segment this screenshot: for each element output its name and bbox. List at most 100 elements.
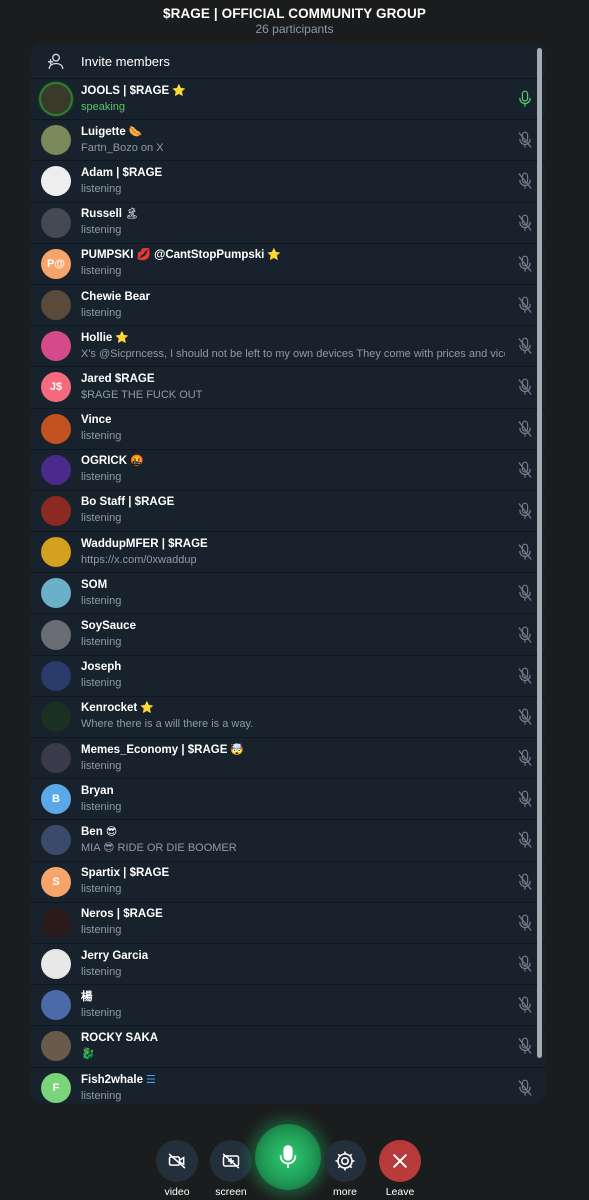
- avatar[interactable]: [41, 166, 71, 197]
- avatar[interactable]: [41, 495, 71, 526]
- avatar[interactable]: B: [41, 784, 71, 815]
- more-button[interactable]: [324, 1140, 366, 1182]
- avatar[interactable]: J$: [41, 372, 71, 403]
- participant-row[interactable]: JOOLS | $RAGE ⭐ speaking: [31, 79, 545, 121]
- invite-members-label: Invite members: [81, 53, 170, 69]
- screen-share-button[interactable]: [210, 1140, 252, 1182]
- participant-info: OGRICK 🤬 listening: [81, 454, 505, 485]
- participant-name: Luigette: [81, 125, 126, 138]
- participant-row[interactable]: ROCKY SAKA 🐉: [31, 1026, 545, 1068]
- participant-status: listening: [81, 471, 122, 484]
- participant-name-line: Ben 😎: [81, 825, 505, 840]
- name-badge: 😎: [105, 825, 118, 838]
- participant-row[interactable]: Hollie ⭐ X's @Sicprncess, I should not be …: [31, 326, 545, 368]
- participant-info: Bryan listening: [81, 784, 505, 815]
- participant-name-line: Russell 🏝: [81, 207, 505, 222]
- participant-status: listening: [81, 1089, 122, 1102]
- participant-name: Bryan: [81, 784, 114, 797]
- participant-name-line: PUMPSKI 💋 @CantStopPumpski ⭐: [81, 248, 505, 263]
- participants-panel: Invite members JOOLS | $RAGE ⭐ speaking Lui…: [31, 44, 545, 1104]
- participant-row[interactable]: B Bryan listening: [31, 779, 545, 821]
- avatar[interactable]: [41, 701, 71, 732]
- participant-info: Joseph listening: [81, 660, 505, 691]
- participant-name: Fish2whale: [81, 1073, 143, 1086]
- participant-info: Adam | $RAGE listening: [81, 166, 505, 197]
- avatar[interactable]: [41, 907, 71, 938]
- screen-control: screen: [210, 1140, 252, 1198]
- leave-button[interactable]: [379, 1140, 421, 1182]
- name-badge: 🤬: [130, 455, 144, 468]
- participant-count: 26 participants: [255, 22, 334, 36]
- name-badge: ⭐: [267, 249, 282, 262]
- participant-row[interactable]: Chewie Bear listening: [31, 285, 545, 327]
- participant-row[interactable]: Kenrocket ⭐ Where there is a will there is…: [31, 697, 545, 738]
- avatar-initials: S: [52, 875, 60, 888]
- participant-row[interactable]: Vince listening: [31, 409, 545, 450]
- screen-share-off-icon: [222, 1153, 240, 1169]
- avatar[interactable]: [41, 331, 71, 362]
- scrollbar[interactable]: [537, 48, 542, 1058]
- participant-row[interactable]: Joseph listening: [31, 656, 545, 697]
- participant-row[interactable]: Neros | $RAGE listening: [31, 903, 545, 944]
- participant-row[interactable]: S Spartix | $RAGE listening: [31, 862, 545, 903]
- participant-status: listening: [81, 594, 122, 607]
- video-label: video: [164, 1186, 190, 1198]
- close-icon: [393, 1154, 407, 1168]
- participant-row[interactable]: Ben 😎 MIA 😎 RIDE OR DIE BOOMER: [31, 820, 545, 862]
- participant-name: Adam | $RAGE: [81, 166, 163, 179]
- participant-name: SOM: [81, 578, 108, 591]
- main-mic-button[interactable]: [255, 1124, 321, 1190]
- participant-name: Chewie Bear: [81, 290, 151, 303]
- avatar[interactable]: [41, 207, 71, 238]
- avatar[interactable]: [41, 537, 71, 568]
- avatar[interactable]: F: [41, 1073, 71, 1104]
- avatar[interactable]: S: [41, 866, 71, 897]
- participant-name: ROCKY SAKA: [81, 1031, 159, 1044]
- participant-row[interactable]: Memes_Economy | $RAGE 🤯 listening: [31, 738, 545, 780]
- name-badge: ⭐: [115, 331, 130, 344]
- participant-row[interactable]: OGRICK 🤬 listening: [31, 450, 545, 491]
- participant-row[interactable]: Adam | $RAGE listening: [31, 161, 545, 203]
- avatar[interactable]: [41, 825, 71, 856]
- participant-name-line: ROCKY SAKA: [81, 1031, 505, 1046]
- avatar[interactable]: [41, 743, 71, 774]
- avatar[interactable]: [41, 84, 71, 115]
- participant-row[interactable]: Russell 🏝 listening: [31, 203, 545, 244]
- participant-name-line: Adam | $RAGE: [81, 166, 505, 181]
- participant-row[interactable]: F Fish2whale ☰ listening: [31, 1068, 545, 1105]
- participant-status: listening: [81, 924, 122, 937]
- avatar[interactable]: [41, 990, 71, 1021]
- participant-row[interactable]: WaddupMFER | $RAGE https://x.com/0xwaddup: [31, 532, 545, 574]
- name-badge: 🏝: [124, 208, 139, 221]
- avatar[interactable]: P@: [41, 248, 71, 279]
- participant-name: Kenrocket: [81, 702, 138, 715]
- avatar[interactable]: [41, 290, 71, 321]
- participant-row[interactable]: Jerry Garcia listening: [31, 944, 545, 986]
- participant-name-line: Bryan: [81, 784, 505, 799]
- participant-status: Fartn_Bozo on X: [81, 141, 164, 154]
- avatar[interactable]: [41, 413, 71, 444]
- participant-row[interactable]: 楊 listening: [31, 985, 545, 1027]
- participant-row[interactable]: Bo Staff | $RAGE listening: [31, 491, 545, 533]
- avatar[interactable]: [41, 619, 71, 650]
- participant-name: Bo Staff | $RAGE: [81, 496, 175, 509]
- participant-status: listening: [81, 306, 122, 319]
- avatar[interactable]: [41, 578, 71, 609]
- participant-status: 🐉: [81, 1047, 95, 1060]
- avatar[interactable]: [41, 660, 71, 691]
- participant-row[interactable]: Luigette 🌭 Fartn_Bozo on X: [31, 120, 545, 162]
- avatar-initials: F: [52, 1082, 60, 1095]
- invite-members-button[interactable]: Invite members: [31, 44, 545, 79]
- video-button[interactable]: [156, 1140, 198, 1182]
- avatar[interactable]: [41, 949, 71, 980]
- participant-status: listening: [81, 182, 122, 195]
- participant-row[interactable]: J$ Jared $RAGE $RAGE THE FUCK OUT: [31, 367, 545, 409]
- participant-row[interactable]: SOM listening: [31, 573, 545, 615]
- participant-name-line: Spartix | $RAGE: [81, 866, 505, 881]
- avatar[interactable]: [41, 454, 71, 485]
- participant-row[interactable]: SoySauce listening: [31, 614, 545, 656]
- participant-row[interactable]: P@ PUMPSKI 💋 @CantStopPumpski ⭐ listening: [31, 244, 545, 285]
- avatar[interactable]: [41, 125, 71, 156]
- participant-status: listening: [81, 636, 122, 649]
- avatar[interactable]: [41, 1031, 71, 1062]
